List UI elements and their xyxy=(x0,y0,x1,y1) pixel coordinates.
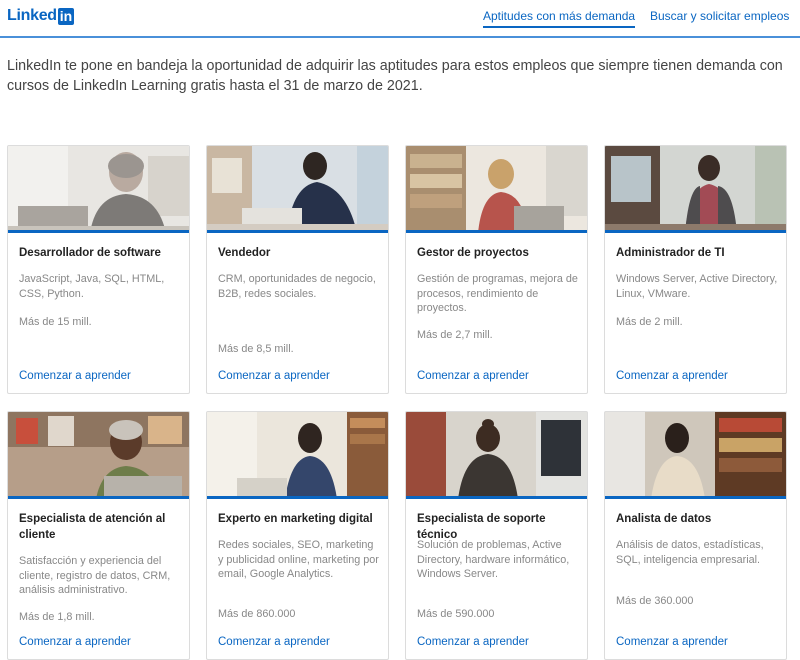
start-learning-link[interactable]: Comenzar a aprender xyxy=(218,636,330,648)
card-skills: Solución de problemas, Active Directory,… xyxy=(417,539,570,580)
job-card-project-manager: Gestor de proyectos Gestión de programas… xyxy=(405,145,588,394)
start-learning-link[interactable]: Comenzar a aprender xyxy=(417,370,529,382)
job-card-it-administrator: Administrador de TI Windows Server, Acti… xyxy=(604,145,787,394)
start-learning-link[interactable]: Comenzar a aprender xyxy=(19,370,131,382)
card-skills: Análisis de datos, estadísticas, SQL, in… xyxy=(616,539,764,566)
card-image xyxy=(406,412,587,499)
card-image xyxy=(605,412,786,499)
card-image xyxy=(207,146,388,233)
start-learning-link[interactable]: Comenzar a aprender xyxy=(417,636,529,648)
nav-tab-in-demand-skills[interactable]: Aptitudes con más demanda xyxy=(483,9,636,28)
card-skills: CRM, oportunidades de negocio, B2B, rede… xyxy=(218,273,376,300)
card-skills: Satisfacción y experiencia del cliente, … xyxy=(19,555,171,596)
job-card-digital-marketing: Experto en marketing digital Redes socia… xyxy=(206,411,389,660)
logo-wordmark: Linked xyxy=(7,7,57,24)
job-card-data-analyst: Analista de datos Análisis de datos, est… xyxy=(604,411,787,660)
card-count: Más de 8,5 mill. xyxy=(218,343,294,355)
card-image xyxy=(8,412,189,499)
card-title: Especialista de atención al cliente xyxy=(19,513,166,541)
start-learning-link[interactable]: Comenzar a aprender xyxy=(616,370,728,382)
card-image xyxy=(605,146,786,233)
job-card-software-developer: Desarrollador de software JavaScript, Ja… xyxy=(7,145,190,394)
start-learning-link[interactable]: Comenzar a aprender xyxy=(616,636,728,648)
start-learning-link[interactable]: Comenzar a aprender xyxy=(19,636,131,648)
card-skills: Redes sociales, SEO, marketing y publici… xyxy=(218,539,379,580)
card-count: Más de 860.000 xyxy=(218,608,296,620)
card-title: Desarrollador de software xyxy=(19,247,161,259)
top-navigation-bar: Linked in Aptitudes con más demanda Busca… xyxy=(0,0,800,38)
card-count: Más de 15 mill. xyxy=(19,316,92,328)
intro-text: LinkedIn te pone en bandeja la oportunid… xyxy=(7,58,783,94)
card-skills: Gestión de programas, mejora de procesos… xyxy=(417,273,578,314)
card-count: Más de 360.000 xyxy=(616,595,694,607)
card-title: Administrador de TI xyxy=(616,247,725,259)
start-learning-link[interactable]: Comenzar a aprender xyxy=(218,370,330,382)
card-title: Gestor de proyectos xyxy=(417,247,529,259)
card-title: Analista de datos xyxy=(616,513,712,525)
job-card-customer-service: Especialista de atención al cliente Sati… xyxy=(7,411,190,660)
card-count: Más de 590.000 xyxy=(417,608,495,620)
card-title: Experto en marketing digital xyxy=(218,513,373,525)
card-title: Vendedor xyxy=(218,247,271,259)
card-count: Más de 2,7 mill. xyxy=(417,329,493,341)
linkedin-logo[interactable]: Linked in xyxy=(7,7,75,25)
card-skills: JavaScript, Java, SQL, HTML, CSS, Python… xyxy=(19,273,165,300)
card-image xyxy=(8,146,189,233)
card-image xyxy=(406,146,587,233)
nav-tab-find-jobs[interactable]: Buscar y solicitar empleos xyxy=(650,9,789,23)
job-card-salesperson: Vendedor CRM, oportunidades de negocio, … xyxy=(206,145,389,394)
card-count: Más de 2 mill. xyxy=(616,316,683,328)
card-count: Más de 1,8 mill. xyxy=(19,611,95,623)
job-card-tech-support: Especialista de soporte técnico Solución… xyxy=(405,411,588,660)
logo-in-box: in xyxy=(57,7,75,25)
card-image xyxy=(207,412,388,499)
card-skills: Windows Server, Active Directory, Linux,… xyxy=(616,273,778,300)
